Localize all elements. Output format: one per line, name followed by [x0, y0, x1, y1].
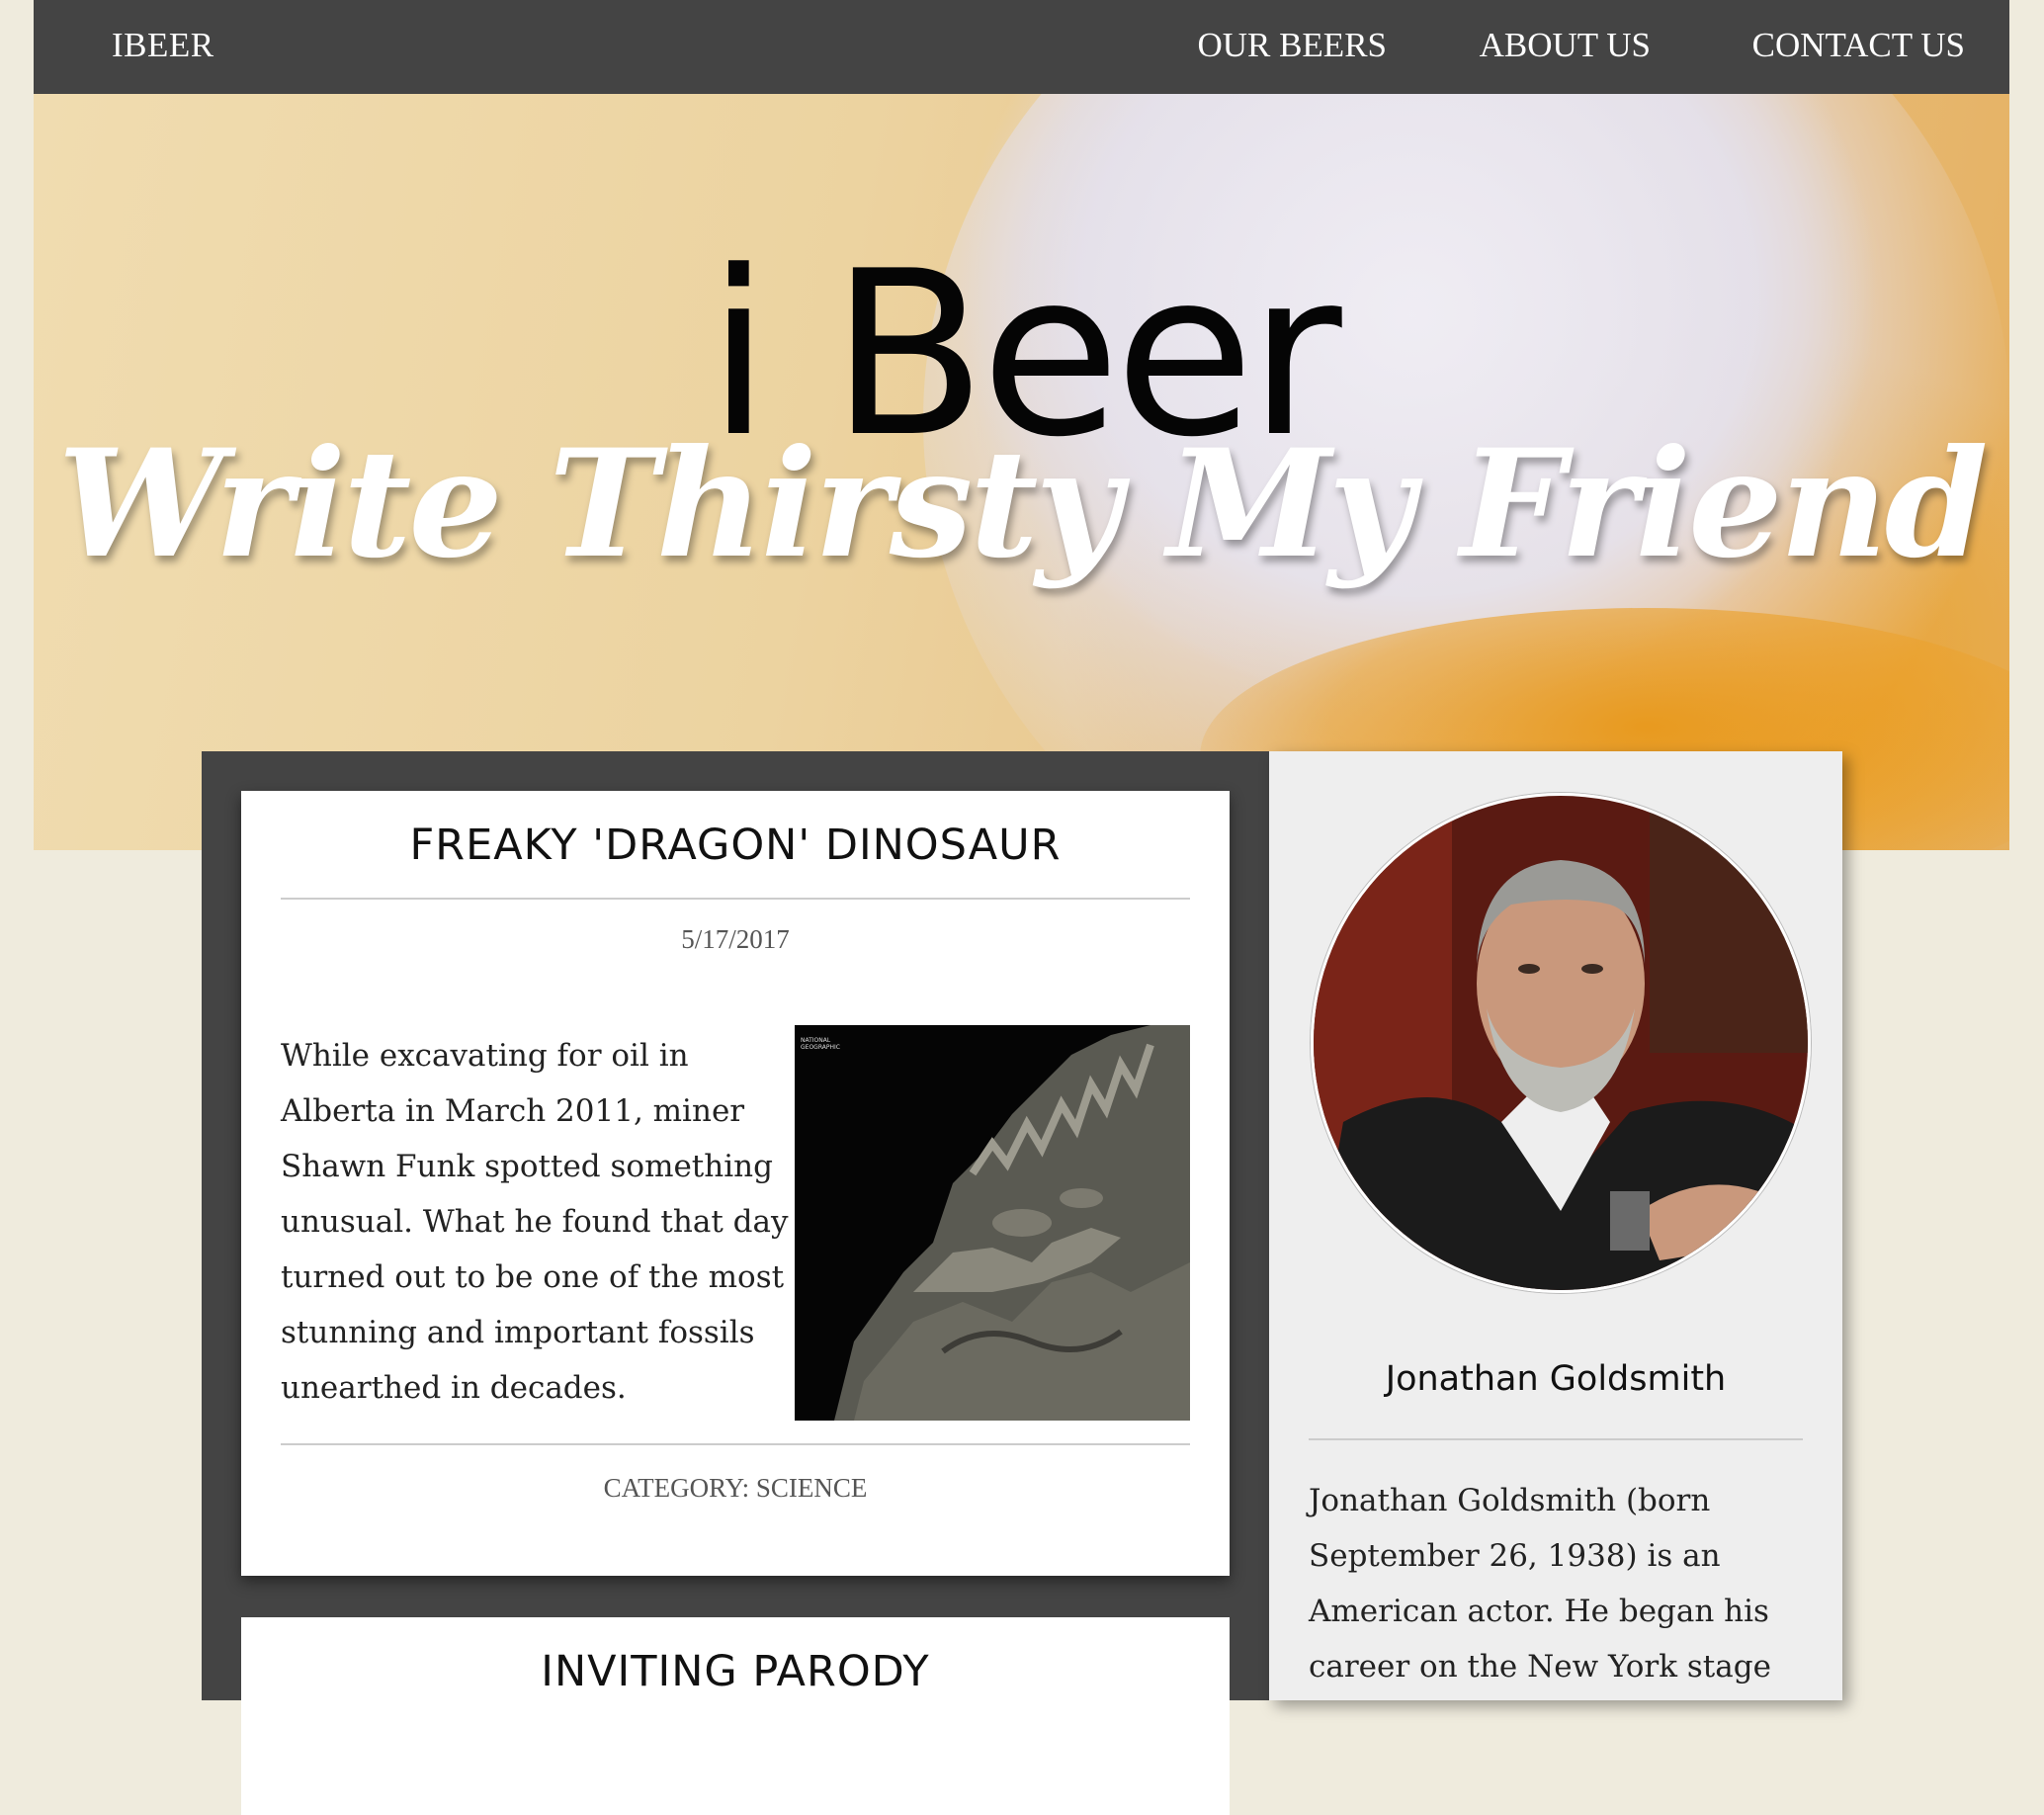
content-area: FREAKY 'DRAGON' DINOSAUR 5/17/2017 While…: [202, 751, 1842, 1815]
dinosaur-fossil-image[interactable]: NATIONAL GEOGRAPHIC: [795, 1025, 1190, 1421]
divider: [1309, 1438, 1803, 1440]
divider: [281, 898, 1190, 900]
nav-about-us-link[interactable]: ABOUT US: [1480, 26, 1651, 65]
image-watermark: NATIONAL GEOGRAPHIC: [801, 1037, 840, 1051]
post-excerpt: While excavating for oil in Alberta in M…: [281, 1038, 789, 1406]
top-nav: IBEER OUR BEERS ABOUT US CONTACT US: [34, 0, 2009, 94]
divider: [281, 1443, 1190, 1445]
avatar: [1311, 793, 1811, 1293]
hero-subtitle: Write Thirsty My Friend: [57, 417, 1988, 591]
nav-our-beers-link[interactable]: OUR BEERS: [1197, 26, 1387, 65]
posts-column: FREAKY 'DRAGON' DINOSAUR 5/17/2017 While…: [202, 751, 1269, 1815]
profile-sidebar: Jonathan Goldsmith Jonathan Goldsmith (b…: [1269, 751, 1842, 1700]
post-title[interactable]: FREAKY 'DRAGON' DINOSAUR: [241, 821, 1230, 870]
fossil-illustration: [795, 1025, 1190, 1421]
profile-bio: Jonathan Goldsmith (born September 26, 1…: [1309, 1483, 1771, 1685]
nav-contact-us-link[interactable]: CONTACT US: [1752, 26, 1965, 65]
brand-link[interactable]: IBEER: [112, 26, 214, 65]
blog-post-card: FREAKY 'DRAGON' DINOSAUR 5/17/2017 While…: [241, 791, 1230, 1576]
hero-banner: i Beer Write Thirsty My Friend: [34, 94, 2009, 850]
post-category-link[interactable]: CATEGORY: SCIENCE: [241, 1473, 1230, 1504]
post-date: 5/17/2017: [681, 924, 790, 954]
portrait-illustration: [1314, 796, 1808, 1290]
blog-post-card: INVITING PARODY: [241, 1617, 1230, 1815]
post-title[interactable]: INVITING PARODY: [241, 1647, 1230, 1696]
profile-name: Jonathan Goldsmith: [1385, 1359, 1727, 1399]
